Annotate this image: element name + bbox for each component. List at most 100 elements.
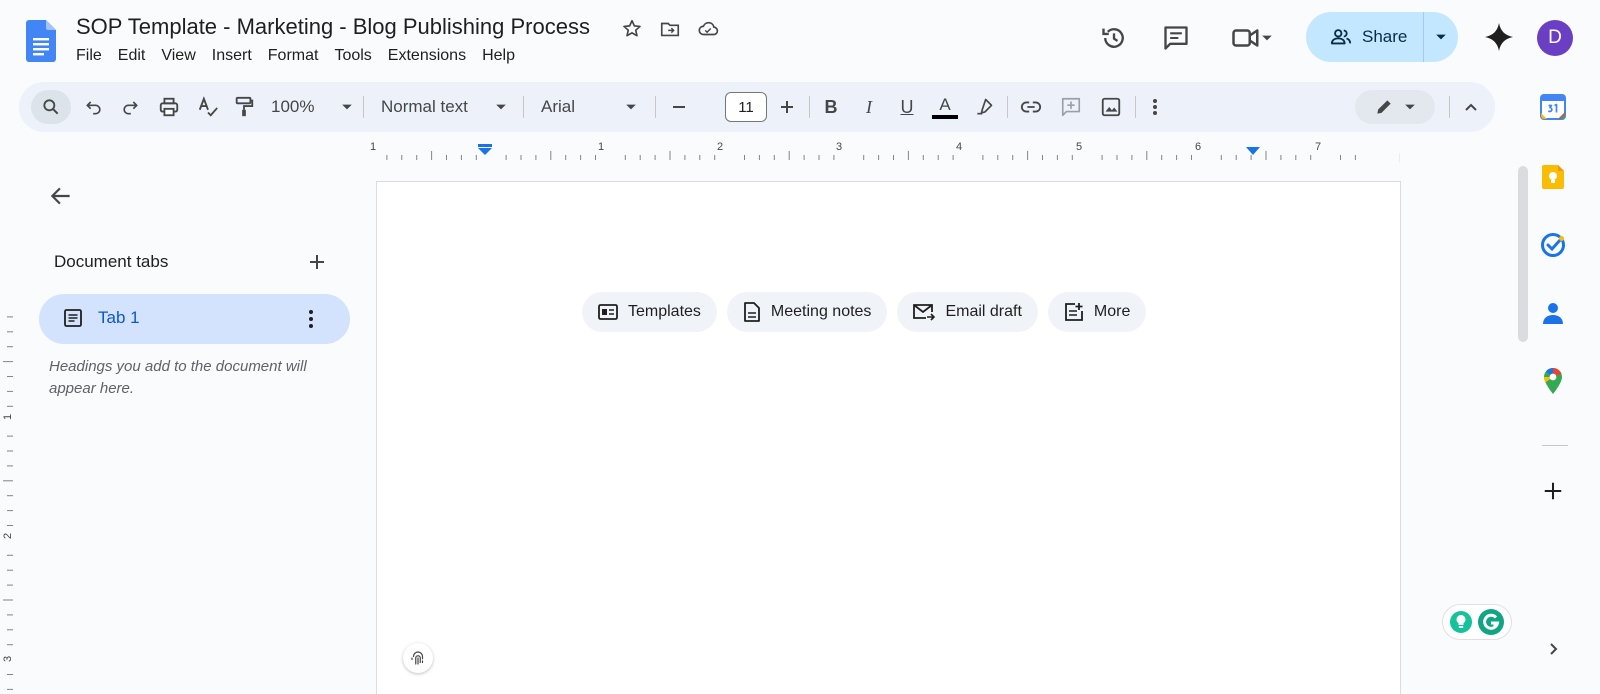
chevron-down-icon: [1436, 34, 1446, 40]
font-size-input[interactable]: 11: [725, 92, 767, 122]
toolbar: 100% Normal text Arial 11 B I U A: [19, 82, 1495, 132]
document-tab-icon: [64, 309, 82, 327]
add-tab-plus-icon[interactable]: [305, 250, 329, 274]
spellcheck-icon[interactable]: [195, 93, 221, 121]
keep-icon[interactable]: [1538, 162, 1568, 192]
font-select[interactable]: Arial: [541, 93, 637, 121]
fingerprint-icon[interactable]: [403, 643, 433, 673]
grammarly-logo-icon[interactable]: [1477, 608, 1505, 636]
meeting-notes-icon: [744, 302, 760, 322]
underline-button[interactable]: U: [895, 93, 919, 121]
ruler-label: 4: [956, 141, 962, 153]
more-options-icon[interactable]: [1145, 93, 1165, 121]
horizontal-ruler[interactable]: 1 1 2 3 4 5 6 7: [370, 140, 1400, 162]
maps-icon[interactable]: [1538, 366, 1568, 396]
undo-icon[interactable]: [81, 93, 107, 121]
print-icon[interactable]: [155, 93, 183, 121]
ruler-label: 1: [370, 141, 376, 153]
move-to-folder-icon[interactable]: [658, 17, 682, 41]
vertical-scrollbar[interactable]: [1518, 166, 1528, 342]
back-arrow-icon[interactable]: [48, 183, 74, 209]
contacts-icon[interactable]: [1538, 298, 1568, 328]
share-button[interactable]: Share: [1306, 12, 1458, 62]
chip-label: Email draft: [945, 303, 1022, 320]
grammarly-widget[interactable]: [1442, 604, 1512, 640]
star-icon[interactable]: [620, 17, 644, 41]
menu-view[interactable]: View: [153, 46, 203, 66]
tab-item-tab-1[interactable]: Tab 1: [39, 294, 350, 344]
user-avatar[interactable]: D: [1537, 20, 1573, 56]
chip-meeting-notes[interactable]: Meeting notes: [726, 292, 888, 332]
decrease-font-size-button[interactable]: [667, 93, 691, 121]
text-color-letter: A: [939, 94, 951, 114]
vertical-ruler[interactable]: 1 2 3: [0, 300, 14, 694]
menu-insert[interactable]: Insert: [204, 46, 260, 66]
gemini-sparkle-icon[interactable]: [1484, 22, 1514, 52]
zoom-value: 100%: [271, 97, 315, 116]
chip-templates[interactable]: Templates: [582, 292, 717, 332]
add-comment-icon[interactable]: [1057, 93, 1085, 121]
chevron-down-icon: [496, 104, 506, 110]
chip-more[interactable]: More: [1047, 292, 1147, 332]
calendar-icon[interactable]: [1538, 92, 1568, 122]
insert-image-icon[interactable]: [1097, 93, 1125, 121]
lightbulb-icon[interactable]: [1449, 610, 1473, 634]
document-page[interactable]: [376, 181, 1401, 694]
menu-help[interactable]: Help: [474, 46, 523, 66]
ruler-label: 2: [2, 533, 14, 539]
chip-email-draft[interactable]: Email draft: [897, 292, 1038, 332]
editing-mode-select[interactable]: [1355, 90, 1435, 124]
get-add-ons-plus-icon[interactable]: [1538, 476, 1568, 506]
chevron-down-icon: [626, 104, 636, 110]
bold-button[interactable]: B: [819, 93, 843, 121]
ruler-label: 3: [2, 656, 14, 662]
text-color-button[interactable]: A: [931, 93, 959, 121]
increase-font-size-button[interactable]: [775, 93, 799, 121]
ruler-label: 1: [2, 414, 14, 420]
text-color-swatch: [932, 114, 958, 119]
building-blocks-chips: Templates Meeting notes Email draft More: [582, 292, 1147, 332]
font-size-value: 11: [738, 98, 754, 116]
hide-menus-chevron-up-icon[interactable]: [1459, 93, 1483, 121]
meet-video-icon[interactable]: [1224, 22, 1280, 54]
chevron-down-icon: [1405, 104, 1415, 110]
pencil-icon: [1377, 100, 1391, 114]
comments-icon[interactable]: [1160, 22, 1192, 54]
ruler-label: 7: [1315, 141, 1321, 153]
menu-tools[interactable]: Tools: [326, 46, 379, 66]
zoom-select[interactable]: 100%: [271, 93, 353, 121]
share-label: Share: [1362, 27, 1408, 46]
menu-format[interactable]: Format: [260, 46, 327, 66]
chevron-down-icon: [342, 104, 352, 110]
italic-button[interactable]: I: [857, 93, 881, 121]
chip-label: Templates: [628, 303, 701, 320]
menu-extensions[interactable]: Extensions: [380, 46, 474, 66]
google-docs-logo-icon[interactable]: [26, 20, 56, 62]
menu-file[interactable]: File: [68, 46, 110, 66]
more-building-blocks-icon: [1065, 303, 1083, 321]
ruler-label: 3: [836, 141, 842, 153]
document-tabs-title: Document tabs: [54, 252, 169, 271]
search-menus-icon[interactable]: [31, 90, 71, 124]
paragraph-style-select[interactable]: Normal text: [381, 93, 507, 121]
paragraph-style-value: Normal text: [381, 97, 468, 116]
document-title[interactable]: SOP Template - Marketing - Blog Publishi…: [76, 14, 590, 40]
menu-edit[interactable]: Edit: [110, 46, 154, 66]
tab-more-options-icon[interactable]: [299, 306, 323, 332]
redo-icon[interactable]: [117, 93, 143, 121]
cloud-saved-icon[interactable]: [696, 17, 720, 41]
ruler-label: 6: [1195, 141, 1201, 153]
ruler-right-indent-marker: [1246, 147, 1260, 155]
expand-side-panel-chevron-icon[interactable]: [1538, 634, 1568, 664]
chip-label: More: [1093, 303, 1131, 320]
highlight-color-icon[interactable]: [971, 93, 997, 121]
share-options-button[interactable]: [1424, 12, 1458, 62]
outline-hint-text: Headings you add to the document will ap…: [49, 358, 307, 397]
version-history-icon[interactable]: [1098, 22, 1130, 54]
insert-link-icon[interactable]: [1017, 93, 1045, 121]
header: SOP Template - Marketing - Blog Publishi…: [0, 0, 1600, 80]
font-value: Arial: [541, 97, 576, 116]
tasks-icon[interactable]: [1538, 230, 1568, 260]
paint-format-icon[interactable]: [231, 93, 257, 121]
chip-label: Meeting notes: [770, 303, 872, 320]
